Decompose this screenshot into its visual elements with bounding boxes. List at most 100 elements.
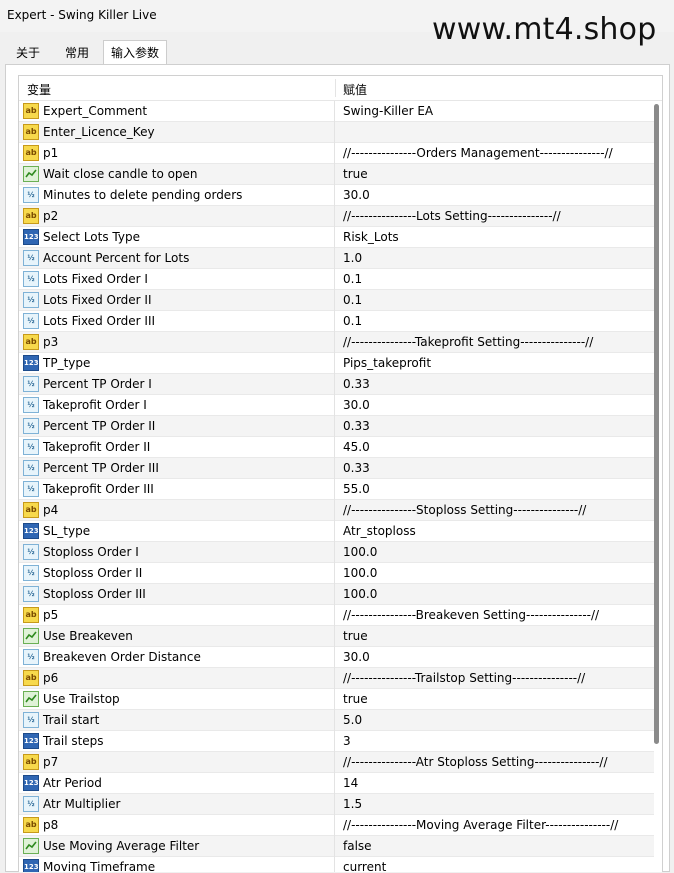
value-cell[interactable]: 30.0	[335, 395, 654, 416]
table-row[interactable]: 123 Atr Period 14	[19, 773, 654, 794]
value-cell[interactable]: //---------------Trailstop Setting------…	[335, 668, 654, 689]
table-row[interactable]: ½ Percent TP Order I 0.33	[19, 374, 654, 395]
table-row[interactable]: ½ Percent TP Order III 0.33	[19, 458, 654, 479]
table-row[interactable]: ½ Takeprofit Order II 45.0	[19, 437, 654, 458]
variable-cell[interactable]: 123 Atr Period	[19, 773, 335, 794]
value-cell[interactable]: Swing-Killer EA	[335, 101, 654, 122]
value-cell[interactable]: 45.0	[335, 437, 654, 458]
variable-value[interactable]: 3	[343, 734, 351, 748]
variable-value[interactable]: 14	[343, 776, 358, 790]
table-row[interactable]: ab p2 //---------------Lots Setting-------…	[19, 206, 654, 227]
table-row[interactable]: 123 TP_type Pips_takeprofit	[19, 353, 654, 374]
value-cell[interactable]: 100.0	[335, 584, 654, 605]
variable-value[interactable]: 1.5	[343, 797, 362, 811]
variable-cell[interactable]: ab p4	[19, 500, 335, 521]
variable-value[interactable]: 0.1	[343, 293, 362, 307]
table-row[interactable]: ab p8 //---------------Moving Average Filt…	[19, 815, 654, 836]
variable-cell[interactable]: ½ Trail start	[19, 710, 335, 731]
variable-cell[interactable]: Use Trailstop	[19, 689, 335, 710]
table-row[interactable]: ½ Takeprofit Order I 30.0	[19, 395, 654, 416]
value-cell[interactable]: 3	[335, 731, 654, 752]
value-cell[interactable]: 14	[335, 773, 654, 794]
variable-cell[interactable]: 123 SL_type	[19, 521, 335, 542]
value-cell[interactable]: //---------------Takeprofit Setting-----…	[335, 332, 654, 353]
variable-cell[interactable]: Wait close candle to open	[19, 164, 335, 185]
table-row[interactable]: ½ Minutes to delete pending orders 30.0	[19, 185, 654, 206]
variable-cell[interactable]: Use Moving Average Filter	[19, 836, 335, 857]
value-cell[interactable]: //---------------Orders Management------…	[335, 143, 654, 164]
variable-value[interactable]: 100.0	[343, 566, 377, 580]
value-cell[interactable]	[335, 122, 654, 143]
value-cell[interactable]: //---------------Atr Stoploss Setting---…	[335, 752, 654, 773]
value-cell[interactable]: 0.33	[335, 416, 654, 437]
table-row[interactable]: Use Breakeven true	[19, 626, 654, 647]
variable-value[interactable]: true	[343, 692, 368, 706]
variable-value[interactable]: //---------------Takeprofit Setting-----…	[343, 335, 593, 349]
value-cell[interactable]: 100.0	[335, 563, 654, 584]
variable-value[interactable]: //---------------Breakeven Setting------…	[343, 608, 599, 622]
variable-cell[interactable]: 123 TP_type	[19, 353, 335, 374]
variable-cell[interactable]: ½ Takeprofit Order III	[19, 479, 335, 500]
value-cell[interactable]: //---------------Stoploss Setting-------…	[335, 500, 654, 521]
variable-cell[interactable]: ½ Stoploss Order III	[19, 584, 335, 605]
table-row[interactable]: Use Moving Average Filter false	[19, 836, 654, 857]
table-row[interactable]: ½ Atr Multiplier 1.5	[19, 794, 654, 815]
table-row[interactable]: ab p5 //---------------Breakeven Setting--…	[19, 605, 654, 626]
column-header-value[interactable]: 赋值	[343, 81, 367, 98]
variable-value[interactable]: current	[343, 860, 386, 872]
value-cell[interactable]: false	[335, 836, 654, 857]
value-cell[interactable]: true	[335, 689, 654, 710]
value-cell[interactable]: 0.33	[335, 374, 654, 395]
variable-cell[interactable]: ab p5	[19, 605, 335, 626]
variable-value[interactable]: Pips_takeprofit	[343, 356, 431, 370]
table-row[interactable]: ½ Account Percent for Lots 1.0	[19, 248, 654, 269]
variable-value[interactable]: 0.33	[343, 461, 370, 475]
variable-value[interactable]: 30.0	[343, 188, 370, 202]
value-cell[interactable]: 30.0	[335, 185, 654, 206]
tab-about[interactable]: 关于	[6, 42, 50, 64]
variable-value[interactable]: 45.0	[343, 440, 370, 454]
variable-cell[interactable]: ½ Percent TP Order II	[19, 416, 335, 437]
variable-value[interactable]: //---------------Trailstop Setting------…	[343, 671, 585, 685]
value-cell[interactable]: 0.1	[335, 290, 654, 311]
table-row[interactable]: ½ Stoploss Order I 100.0	[19, 542, 654, 563]
table-row[interactable]: ½ Lots Fixed Order III 0.1	[19, 311, 654, 332]
value-cell[interactable]: 30.0	[335, 647, 654, 668]
variable-value[interactable]: //---------------Atr Stoploss Setting---…	[343, 755, 608, 769]
value-cell[interactable]: //---------------Lots Setting-----------…	[335, 206, 654, 227]
variable-cell[interactable]: ½ Lots Fixed Order I	[19, 269, 335, 290]
value-cell[interactable]: 55.0	[335, 479, 654, 500]
variable-cell[interactable]: ½ Stoploss Order II	[19, 563, 335, 584]
variable-cell[interactable]: ½ Stoploss Order I	[19, 542, 335, 563]
tab-common[interactable]: 常用	[54, 42, 100, 64]
variable-value[interactable]: 100.0	[343, 587, 377, 601]
variable-value[interactable]: 30.0	[343, 650, 370, 664]
variable-cell[interactable]: ½ Minutes to delete pending orders	[19, 185, 335, 206]
value-cell[interactable]: Atr_stoploss	[335, 521, 654, 542]
variable-cell[interactable]: ½ Atr Multiplier	[19, 794, 335, 815]
variable-value[interactable]: //---------------Orders Management------…	[343, 146, 613, 160]
variable-value[interactable]: Risk_Lots	[343, 230, 399, 244]
variable-cell[interactable]: ½ Lots Fixed Order III	[19, 311, 335, 332]
variable-value[interactable]: true	[343, 167, 368, 181]
variable-value[interactable]: 1.0	[343, 251, 362, 265]
variable-value[interactable]: Swing-Killer EA	[343, 104, 433, 118]
value-cell[interactable]: 1.5	[335, 794, 654, 815]
table-row[interactable]: ½ Percent TP Order II 0.33	[19, 416, 654, 437]
table-row[interactable]: ½ Lots Fixed Order I 0.1	[19, 269, 654, 290]
variable-cell[interactable]: 123 Select Lots Type	[19, 227, 335, 248]
value-cell[interactable]: 0.1	[335, 269, 654, 290]
table-row[interactable]: ab Expert_Comment Swing-Killer EA	[19, 101, 654, 122]
value-cell[interactable]: Pips_takeprofit	[335, 353, 654, 374]
table-row[interactable]: ab p3 //---------------Takeprofit Setting-…	[19, 332, 654, 353]
variable-value[interactable]: 0.1	[343, 272, 362, 286]
table-row[interactable]: 123 Select Lots Type Risk_Lots	[19, 227, 654, 248]
table-row[interactable]: ab p7 //---------------Atr Stoploss Settin…	[19, 752, 654, 773]
table-row[interactable]: ab p4 //---------------Stoploss Setting---…	[19, 500, 654, 521]
variable-value[interactable]: 55.0	[343, 482, 370, 496]
vertical-scrollbar[interactable]	[652, 78, 660, 868]
table-row[interactable]: ½ Trail start 5.0	[19, 710, 654, 731]
table-row[interactable]: ½ Stoploss Order II 100.0	[19, 563, 654, 584]
variable-value[interactable]: //---------------Moving Average Filter--…	[343, 818, 618, 832]
table-row[interactable]: ab p1 //---------------Orders Management--…	[19, 143, 654, 164]
